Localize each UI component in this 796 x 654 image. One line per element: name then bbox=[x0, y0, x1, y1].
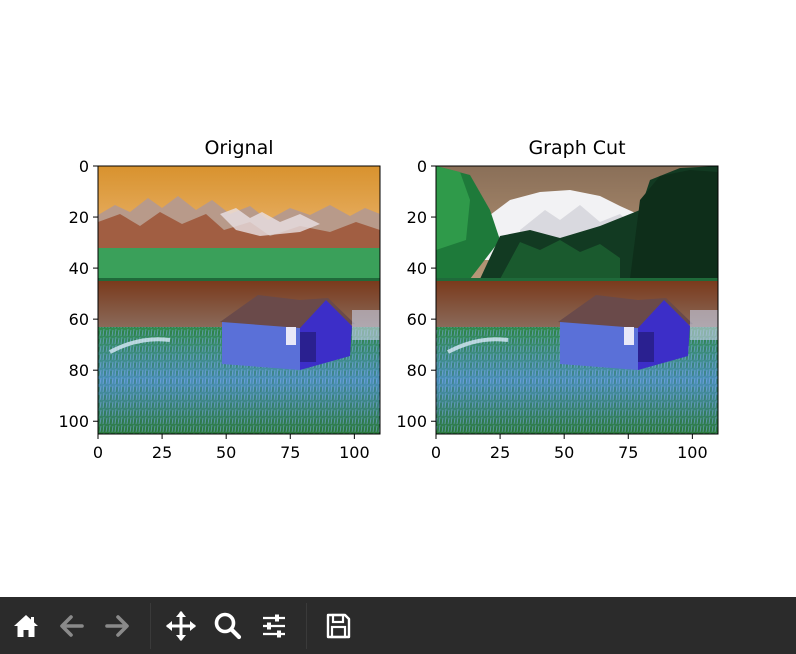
y-tick-label: 40 bbox=[69, 259, 89, 278]
configure-subplots-button[interactable] bbox=[255, 607, 293, 645]
y-tick-label: 80 bbox=[407, 361, 427, 380]
y-tick-label: 80 bbox=[69, 361, 89, 380]
image-graph-cut bbox=[436, 166, 718, 434]
x-tick-label: 25 bbox=[490, 443, 510, 462]
figure-canvas: Orignal Graph Cut 0 25 50 75 100020406080100… bbox=[58, 137, 719, 462]
back-button[interactable] bbox=[53, 607, 91, 645]
y-tick-label: 60 bbox=[407, 310, 427, 329]
home-icon bbox=[14, 615, 38, 637]
y-tick-label: 20 bbox=[69, 208, 89, 227]
y-tick-label: 0 bbox=[417, 157, 427, 176]
x-tick-label: 50 bbox=[554, 443, 574, 462]
forward-button[interactable] bbox=[98, 607, 136, 645]
forward-arrow-icon bbox=[105, 615, 129, 637]
x-tick-label: 100 bbox=[677, 443, 708, 462]
y-tick-label: 20 bbox=[407, 208, 427, 227]
zoom-button[interactable] bbox=[209, 607, 247, 645]
y-tick-label: 60 bbox=[69, 310, 89, 329]
title-graph-cut: Graph Cut bbox=[528, 137, 625, 159]
image-original bbox=[98, 166, 380, 434]
x-tick-label: 100 bbox=[339, 443, 370, 462]
pan-move-icon bbox=[166, 611, 196, 641]
x-tick-label: 25 bbox=[152, 443, 172, 462]
x-tick-label: 50 bbox=[216, 443, 236, 462]
toolbar-separator bbox=[306, 603, 307, 649]
toolbar-separator bbox=[150, 603, 151, 649]
y-tick-label: 100 bbox=[396, 412, 427, 431]
zoom-magnifier-icon bbox=[214, 612, 242, 640]
x-tick-label: 75 bbox=[618, 443, 638, 462]
title-original: Orignal bbox=[204, 137, 273, 159]
save-button[interactable] bbox=[319, 607, 357, 645]
home-button[interactable] bbox=[7, 607, 45, 645]
back-arrow-icon bbox=[60, 615, 84, 637]
sliders-icon bbox=[263, 614, 285, 638]
x-tick-label: 75 bbox=[280, 443, 300, 462]
x-tick-label: 0 bbox=[431, 443, 441, 462]
y-tick-label: 0 bbox=[79, 157, 89, 176]
y-tick-label: 40 bbox=[407, 259, 427, 278]
x-tick-label: 0 bbox=[93, 443, 103, 462]
navigation-toolbar bbox=[0, 597, 796, 654]
save-floppy-icon bbox=[326, 613, 351, 639]
pan-button[interactable] bbox=[162, 607, 200, 645]
y-tick-label: 100 bbox=[58, 412, 89, 431]
